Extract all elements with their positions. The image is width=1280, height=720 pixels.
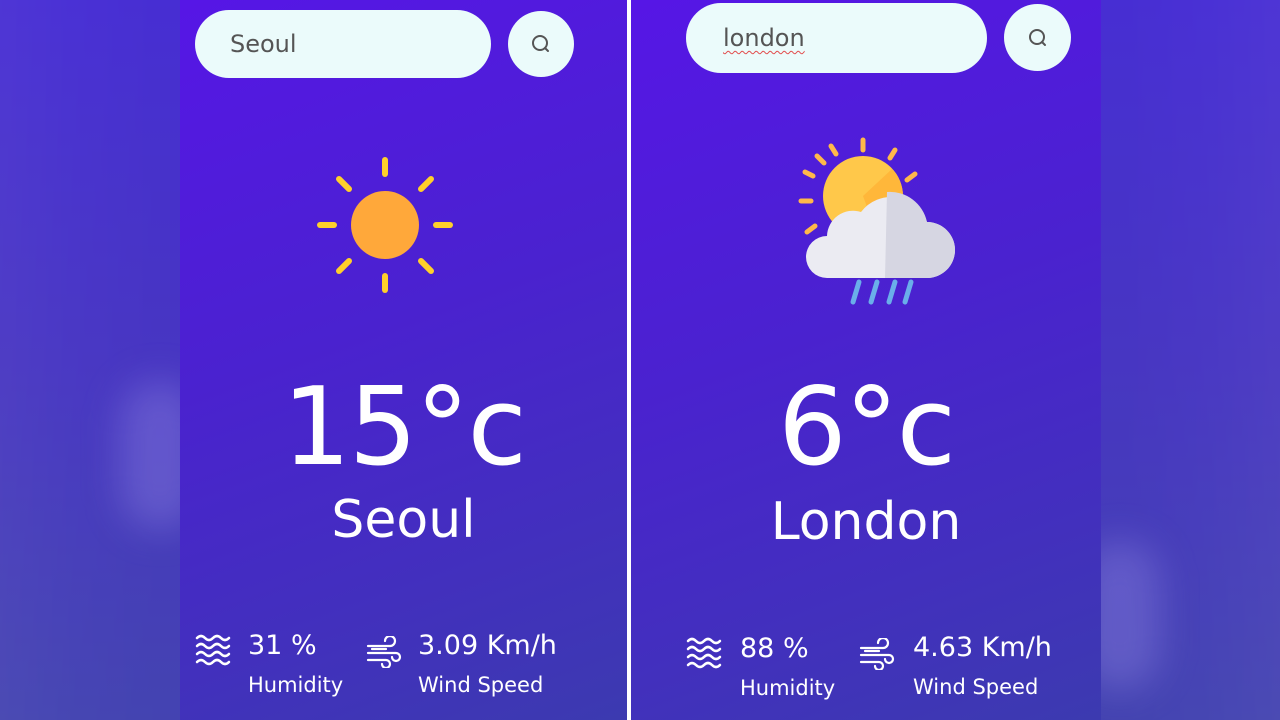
search-input[interactable]: Seoul	[195, 10, 491, 78]
humidity-value: 88 %	[740, 633, 809, 664]
search-input-value: london	[723, 24, 805, 52]
city-name: London	[770, 492, 962, 552]
humidity-label: Humidity	[248, 673, 344, 697]
blurred-background-left	[0, 0, 200, 720]
humidity-label: Humidity	[740, 676, 836, 700]
search-button[interactable]	[508, 11, 574, 77]
wind-label: Wind Speed	[418, 673, 544, 697]
humidity-info: 31 % Humidity	[248, 630, 343, 697]
search-input[interactable]: london	[686, 3, 987, 73]
humidity-icon	[686, 637, 722, 669]
wind-value: 4.63 Km/h	[913, 632, 1052, 663]
wind-info: 3.09 Km/h Wind Speed	[418, 630, 557, 697]
wind-label: Wind Speed	[913, 675, 1039, 699]
wind-icon	[859, 638, 895, 670]
sun-icon	[317, 157, 453, 293]
search-button[interactable]	[1004, 4, 1071, 71]
search-icon	[1028, 28, 1046, 46]
humidity-value: 31 %	[248, 630, 317, 661]
city-name: Seoul	[331, 490, 476, 550]
sun-cloud-rain-icon	[798, 137, 955, 305]
search-icon	[532, 35, 549, 52]
humidity-info: 88 % Humidity	[740, 633, 835, 700]
weather-card-london: london 6°c London 88 % Humidity 4.63 Km/…	[631, 0, 1101, 720]
wind-icon	[366, 636, 402, 668]
weather-card-seoul: Seoul 15°c Seoul 31 % Humidity 3.09 Km/h…	[180, 0, 627, 720]
humidity-icon	[195, 634, 231, 666]
search-input-value: Seoul	[230, 30, 297, 58]
blurred-background-right	[1080, 0, 1280, 720]
temperature: 15°c	[282, 365, 527, 490]
temperature: 6°c	[777, 365, 956, 490]
wind-info: 4.63 Km/h Wind Speed	[913, 632, 1052, 699]
wind-value: 3.09 Km/h	[418, 630, 557, 661]
